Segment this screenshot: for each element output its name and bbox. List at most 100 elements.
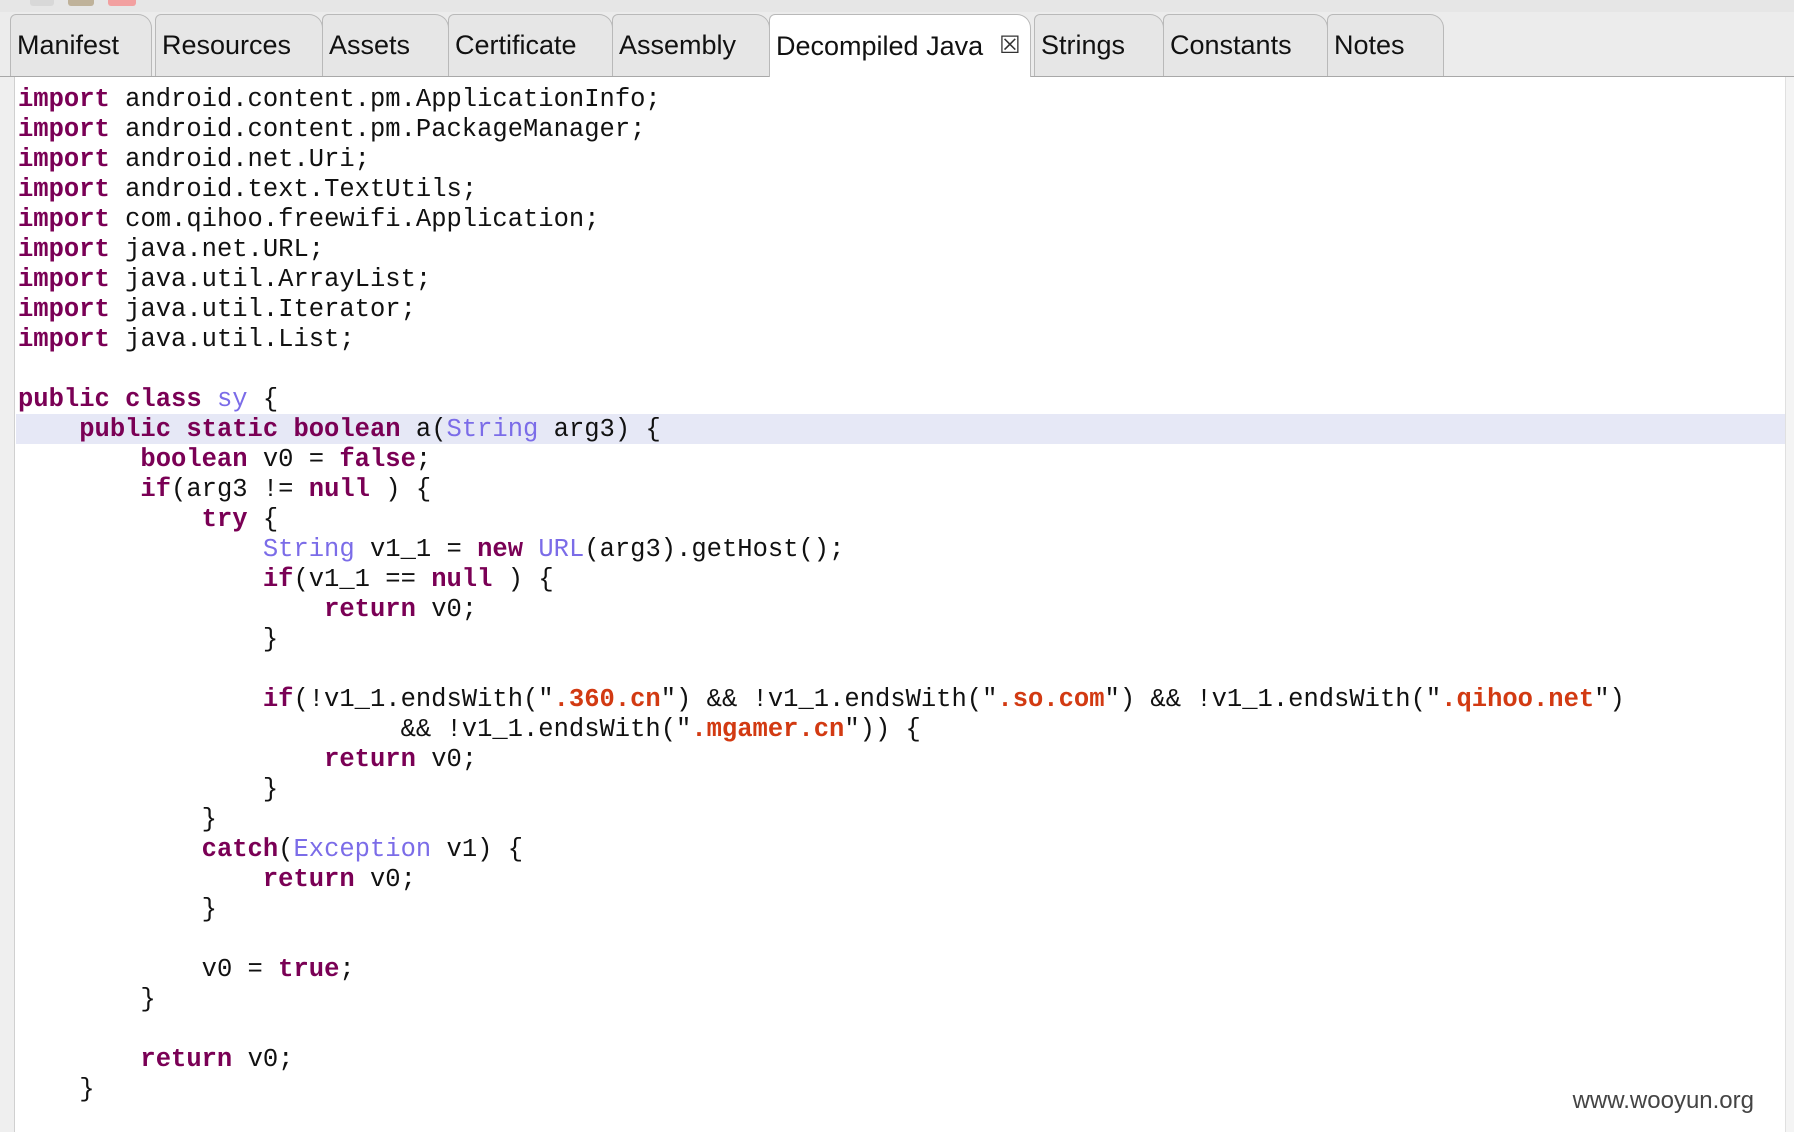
string-token: .qihoo.net (1441, 685, 1595, 714)
keyword-token: import (18, 235, 110, 264)
keyword-token: import (18, 295, 110, 324)
keyword-token: import (18, 115, 110, 144)
code-token: v1_1 = (369, 535, 478, 564)
code-token: v0; (369, 865, 416, 894)
toolbar-icon-1[interactable] (30, 0, 54, 6)
code-token: } (201, 805, 217, 834)
keyword-token: import (18, 145, 110, 174)
tab-decompiled-java[interactable]: Decompiled Java ☒ (769, 14, 1031, 77)
code-line: } (18, 985, 1625, 1015)
watermark: www.wooyun.org (1572, 1087, 1754, 1114)
keyword-token: import (18, 265, 110, 294)
code-token: arg3) { (553, 415, 661, 444)
toolbar-icon-3[interactable] (108, 0, 136, 6)
keyword-token: return (262, 865, 355, 894)
code-line: && !v1_1.endsWith(".mgamer.cn")) { (18, 715, 1625, 745)
keyword-token: import (18, 205, 110, 234)
keyword-token: true (278, 955, 340, 984)
toolbar-icon-2[interactable] (68, 0, 94, 6)
code-token: android.net.Uri; (125, 145, 370, 174)
code-token: v0; (247, 1045, 294, 1074)
code-line: import java.util.List; (18, 325, 1625, 355)
code-token: ; (339, 955, 355, 984)
code-line: import android.content.pm.ApplicationInf… (18, 85, 1625, 115)
tab-label: Notes (1334, 30, 1405, 60)
code-token: } (201, 895, 217, 924)
tab-assembly[interactable]: Assembly (612, 14, 770, 76)
code-token: } (262, 625, 279, 654)
code-text[interactable]: import android.content.pm.ApplicationInf… (18, 85, 1625, 1105)
keyword-token: import (18, 325, 110, 354)
code-token: v0 = (201, 955, 279, 984)
code-token: android.text.TextUtils; (125, 175, 478, 204)
keyword-token: try (201, 505, 248, 534)
code-token: ") && !v1_1.endsWith(" (660, 685, 998, 714)
code-line: return v0; (18, 1045, 1625, 1075)
tab-label: Resources (162, 30, 292, 60)
code-line: } (18, 775, 1625, 805)
tab-resources[interactable]: Resources (155, 14, 323, 76)
code-token: ") && !v1_1.endsWith(" (1104, 685, 1442, 714)
tab-label: Certificate (455, 30, 577, 60)
code-line: boolean v0 = false; (18, 445, 1625, 475)
code-line: import android.text.TextUtils; (18, 175, 1625, 205)
type-token: String (262, 535, 355, 564)
code-line: if(!v1_1.endsWith(".360.cn") && !v1_1.en… (18, 685, 1625, 715)
code-token: android.content.pm.ApplicationInfo; (125, 85, 661, 114)
editor-gutter (0, 77, 15, 1132)
code-token: (arg3 != (171, 475, 309, 504)
keyword-token: null (431, 565, 493, 594)
code-token: { (262, 385, 279, 414)
tab-certificate[interactable]: Certificate (448, 14, 613, 76)
code-token: ) { (385, 475, 432, 504)
type-token: Exception (293, 835, 432, 864)
code-line: import android.net.Uri; (18, 145, 1625, 175)
string-token: .so.com (997, 685, 1105, 714)
tab-label: Constants (1170, 30, 1292, 60)
code-line: } (18, 1075, 1625, 1105)
code-token: ( (278, 835, 294, 864)
tab-assets[interactable]: Assets (322, 14, 449, 76)
code-token: (v1_1 == (293, 565, 432, 594)
keyword-token: if (262, 685, 294, 714)
code-editor[interactable]: import android.content.pm.ApplicationInf… (0, 77, 1794, 1132)
keyword-token: public class (18, 385, 202, 414)
string-token: .360.cn (553, 685, 661, 714)
tab-strings[interactable]: Strings (1034, 14, 1164, 76)
tab-notes[interactable]: Notes (1327, 14, 1444, 76)
code-line: import com.qihoo.freewifi.Application; (18, 205, 1625, 235)
code-line: return v0; (18, 595, 1625, 625)
code-line: } (18, 625, 1625, 655)
keyword-token: return (324, 595, 416, 624)
code-line: if(v1_1 == null ) { (18, 565, 1625, 595)
code-token: v0; (431, 745, 478, 774)
code-line: return v0; (18, 745, 1625, 775)
code-token: { (262, 505, 279, 534)
keyword-token: if (140, 475, 172, 504)
keyword-token: catch (201, 835, 279, 864)
vertical-scrollbar[interactable] (1785, 77, 1794, 1132)
tab-manifest[interactable]: Manifest (10, 14, 152, 76)
tab-bar: Manifest Resources Assets Certificate As… (0, 12, 1794, 77)
keyword-token: return (324, 745, 416, 774)
code-line: String v1_1 = new URL(arg3).getHost(); (18, 535, 1625, 565)
tab-label: Assets (329, 30, 411, 60)
string-token: .mgamer.cn (691, 715, 845, 744)
code-line: } (18, 895, 1625, 925)
code-token: v1) { (446, 835, 524, 864)
code-line: import java.util.ArrayList; (18, 265, 1625, 295)
keyword-token: import (18, 175, 110, 204)
tab-label: Strings (1041, 30, 1126, 60)
code-token: java.util.List; (125, 325, 355, 354)
code-token: (arg3).getHost(); (584, 535, 845, 564)
code-line: if(arg3 != null ) { (18, 475, 1625, 505)
close-icon[interactable]: ☒ (999, 34, 1021, 58)
tab-label: Manifest (17, 30, 120, 60)
code-token: java.util.ArrayList; (125, 265, 432, 294)
code-line: } (18, 805, 1625, 835)
tab-constants[interactable]: Constants (1163, 14, 1328, 76)
keyword-token: public static boolean (79, 415, 401, 444)
keyword-token: import (18, 85, 110, 114)
